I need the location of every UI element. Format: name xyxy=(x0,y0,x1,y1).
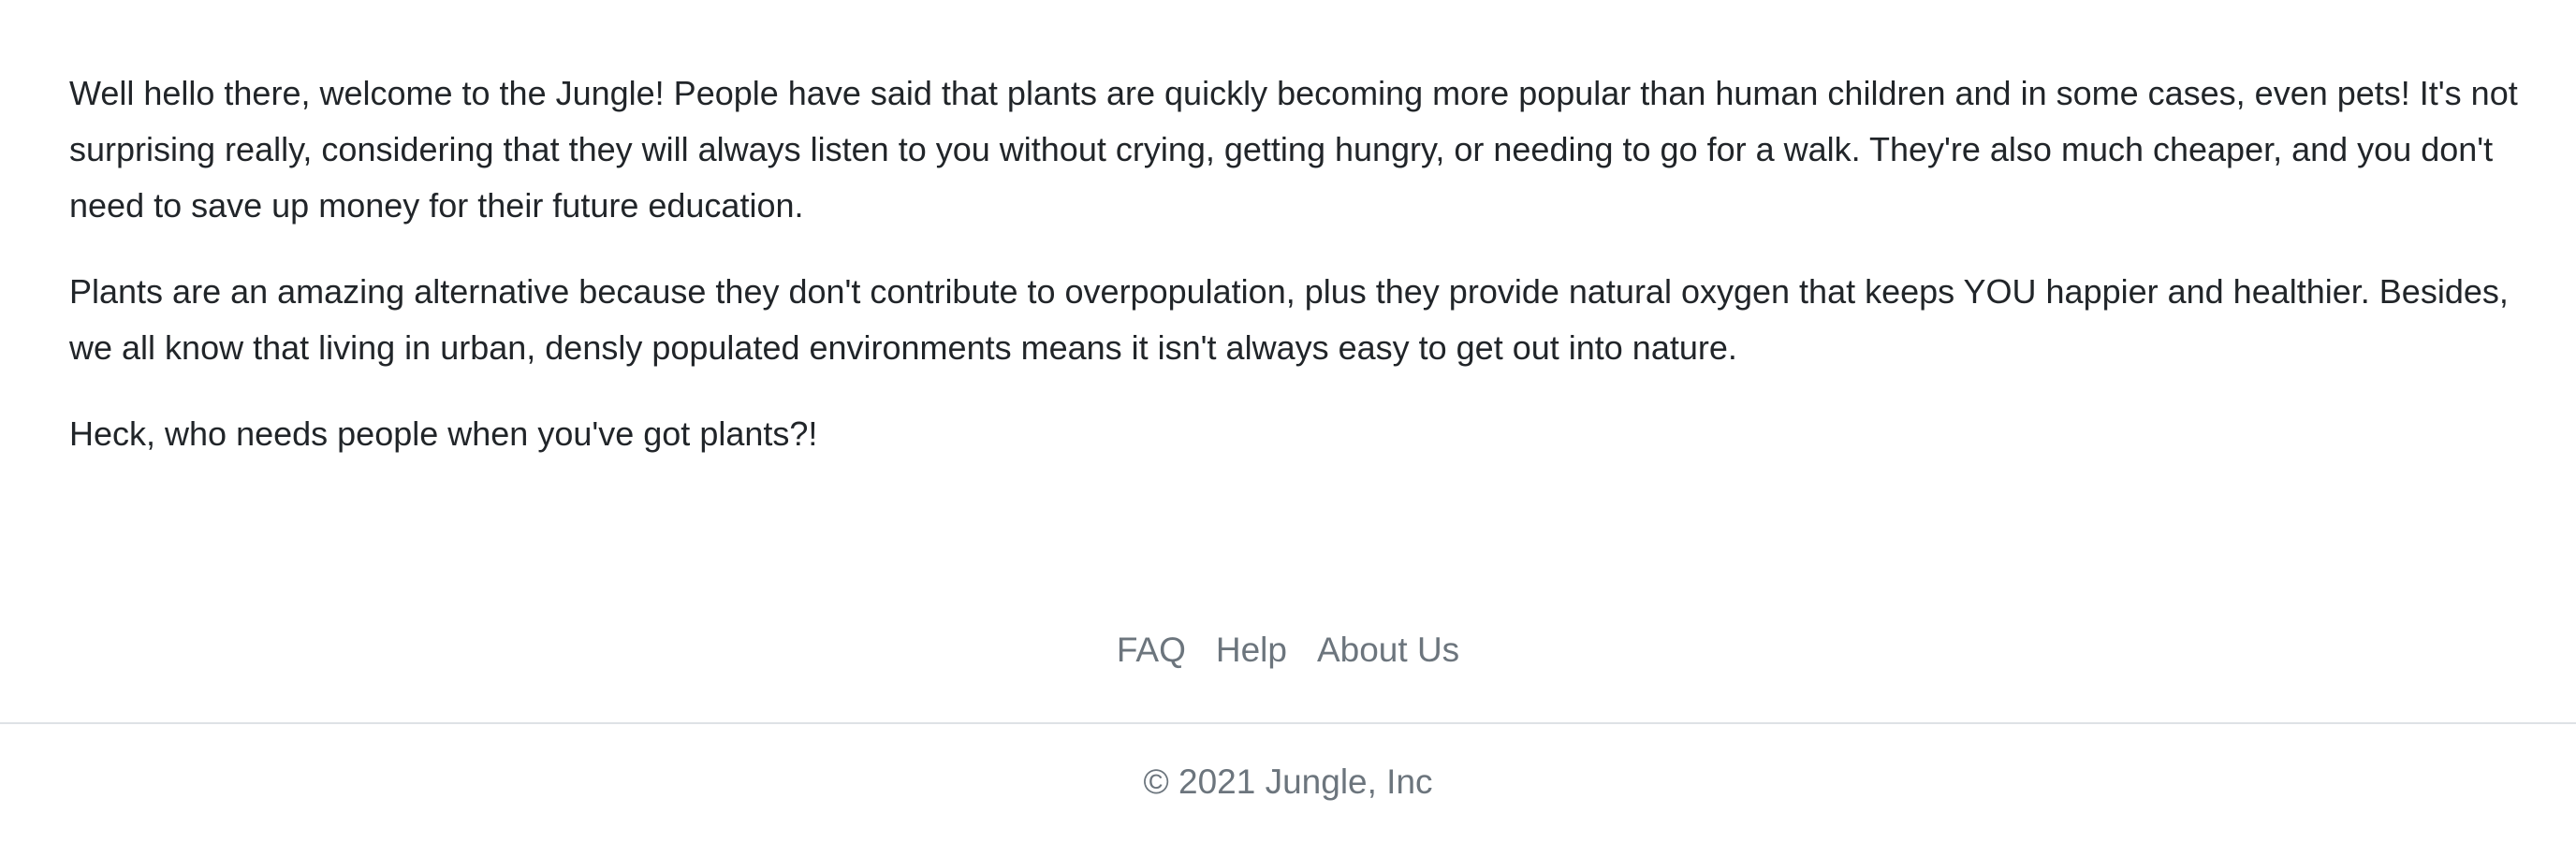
main-content: Well hello there, welcome to the Jungle!… xyxy=(69,65,2522,492)
footer-link-about-us[interactable]: About Us xyxy=(1317,622,1459,678)
intro-paragraph: Well hello there, welcome to the Jungle!… xyxy=(69,74,2518,225)
closing-paragraph: Heck, who needs people when you've got p… xyxy=(69,414,818,453)
footer-divider xyxy=(0,722,2576,724)
footer-link-help[interactable]: Help xyxy=(1216,622,1287,678)
benefits-paragraph: Plants are an amazing alternative becaus… xyxy=(69,272,2509,367)
footer-link-faq[interactable]: FAQ xyxy=(1117,622,1186,678)
footer-nav: FAQ Help About Us xyxy=(0,622,2576,678)
copyright-text: © 2021 Jungle, Inc xyxy=(1143,762,1433,801)
